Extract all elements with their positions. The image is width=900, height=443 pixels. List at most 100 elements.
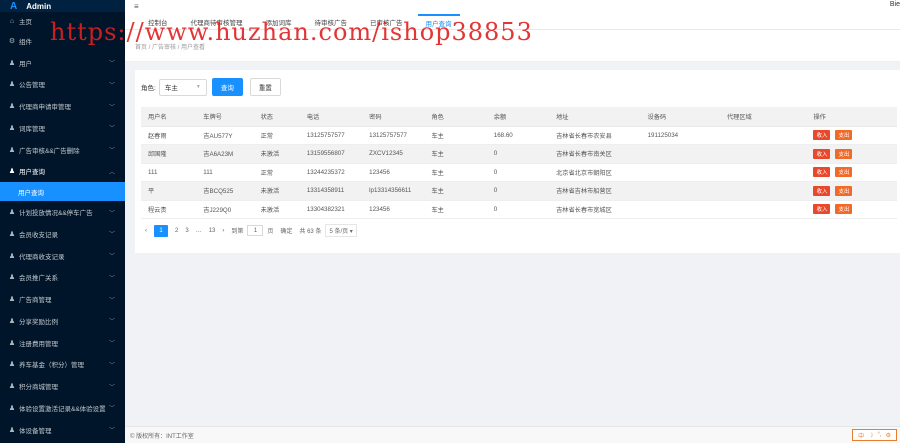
role-select[interactable]: 车主 ▼: [158, 78, 207, 96]
sidebar-item[interactable]: ♟ 会员推广关系 ﹀: [0, 267, 125, 289]
ime-toolbar[interactable]: 中 ☽ °, ⚙: [852, 429, 897, 441]
menu-toggle-icon[interactable]: ≡: [134, 2, 139, 11]
table-cell: 正常: [253, 126, 300, 145]
sidebar-item[interactable]: ♟ 分享奖励比例 ﹀: [0, 310, 125, 332]
chevron-down-icon: ﹀: [108, 82, 115, 89]
top-header: ≡ Bie: [125, 0, 900, 12]
chevron-up-icon: ︿: [108, 169, 115, 176]
role-filter-label: 角色:: [141, 85, 156, 92]
column-header: 密码: [362, 107, 425, 127]
page-unit: 页: [267, 229, 274, 235]
user-icon: ♟: [8, 209, 16, 217]
sidebar-item[interactable]: ♟ 广告审核&&广告删除 ﹀: [0, 139, 125, 161]
table-cell: 0: [486, 144, 550, 164]
page-current[interactable]: 1: [154, 224, 168, 237]
sidebar-item-label: 体验设置激活记录&&体验设置: [19, 405, 106, 413]
sidebar-item[interactable]: ♟ 体验设置激活记录&&体验设置 ﹀: [0, 397, 125, 419]
income-button[interactable]: 收入: [813, 204, 831, 215]
table-cell: [720, 200, 807, 219]
ime-settings-icon[interactable]: ⚙: [886, 432, 891, 439]
sidebar-item-label: 公告管理: [19, 82, 45, 90]
table-cell: 168.60: [486, 126, 550, 145]
sidebar-item-label: 代理商收支记录: [19, 253, 65, 261]
sidebar: A Admin ⌂ 主页 ⚙ 组件 ♟ 用户 ﹀ ♟ 公告管理 ﹀ ♟ 代理商申请审管理 ﹀ ♟ 词库管理 ﹀…: [0, 0, 125, 443]
home-icon: ⌂: [9, 17, 15, 25]
table-cell: 赵春雨: [141, 126, 197, 145]
table-cell: [640, 144, 720, 164]
table-row: 111 111 正常 13244235372 123456 车主 0 北京省北京市朝阳区 收入支…: [141, 163, 897, 182]
expense-button[interactable]: 支出: [835, 148, 853, 159]
table-cell: 车主: [424, 126, 487, 145]
sidebar-item[interactable]: ♟ 体设备管理 ﹀: [0, 419, 125, 441]
sidebar-subitem-user-query[interactable]: 用户查询: [0, 182, 125, 202]
table-cell: 13125757577: [362, 126, 425, 145]
expense-button[interactable]: 支出: [835, 185, 853, 196]
table-cell: 程云贵: [141, 200, 197, 219]
page-2[interactable]: 2: [175, 228, 178, 234]
goto-page-input[interactable]: 1: [247, 225, 264, 236]
user-icon: ♟: [8, 404, 16, 412]
income-button[interactable]: 收入: [813, 167, 831, 178]
sidebar-item[interactable]: ♟ 用户查询 ︿: [0, 161, 125, 183]
table-body: 赵春雨 吉AU577Y 正常 13125757577 13125757577 车主 168.…: [141, 126, 897, 219]
table-header-row: 用户名 车牌号 状态 电话 密码 角色 余额 地址 设备码 代理区域 操作: [141, 107, 897, 127]
user-icon: ♟: [8, 317, 16, 325]
sidebar-item[interactable]: ♟ 养车基金（积分）管理 ﹀: [0, 354, 125, 376]
sidebar-item-label: 用户查询: [19, 169, 45, 177]
user-icon: ♟: [8, 426, 16, 434]
sidebar-item-label: 广告审核&&广告删除: [19, 147, 80, 155]
sidebar-item-label: 养车基金（积分）管理: [19, 362, 84, 370]
brand[interactable]: A Admin: [0, 0, 125, 12]
table-cell: 未激活: [253, 144, 300, 164]
sidebar-item[interactable]: ♟ 积分商城管理 ﹀: [0, 375, 125, 397]
page-3[interactable]: 3: [185, 228, 188, 234]
user-table: 用户名 车牌号 状态 电话 密码 角色 余额 地址 设备码 代理区域 操作 赵春雨 吉AU577Y 正常…: [141, 107, 897, 219]
table-cell: 吉BCQ525: [196, 181, 254, 201]
table-cell: lp13314356611: [362, 181, 425, 201]
content-panel: 角色: 车主 ▼ 查询 重置 用户名 车牌号 状态 电话 密码 角色 余额 地址 设备码 代理区域…: [135, 70, 900, 253]
sidebar-item[interactable]: ♟ 代理商收支记录 ﹀: [0, 245, 125, 267]
page-ellipsis: …: [195, 227, 202, 234]
chevron-down-icon: ﹀: [108, 341, 115, 348]
ime-chinese-icon[interactable]: 中: [858, 431, 864, 440]
table-cell: 吉林省长春市南关区: [549, 144, 641, 164]
table-cell: 123456: [362, 163, 425, 182]
chevron-down-icon: ﹀: [108, 384, 115, 391]
user-icon: ♟: [8, 361, 16, 369]
sidebar-item[interactable]: ♟ 注册费用管理 ﹀: [0, 332, 125, 354]
sidebar-item[interactable]: ♟ 用户 ﹀: [0, 52, 125, 74]
next-page-button[interactable]: ›: [222, 228, 224, 234]
income-button[interactable]: 收入: [813, 130, 831, 141]
sidebar-item[interactable]: ♟ 会员收支记录 ﹀: [0, 223, 125, 245]
table-cell: ZXCV12345: [362, 144, 425, 164]
ime-moon-icon[interactable]: ☽: [868, 432, 873, 439]
sidebar-item[interactable]: ♟ 词库管理 ﹀: [0, 117, 125, 139]
sidebar-item[interactable]: ♟ 广告商管理 ﹀: [0, 288, 125, 310]
expense-button[interactable]: 支出: [835, 204, 853, 215]
table-cell: 未激活: [253, 200, 300, 219]
filter-bar: 角色: 车主 ▼ 查询 重置: [141, 78, 281, 96]
user-menu[interactable]: Bie: [890, 1, 900, 8]
income-button[interactable]: 收入: [813, 148, 831, 159]
chevron-down-icon: ﹀: [108, 148, 115, 155]
sidebar-item[interactable]: ♟ 计划投放情况&&停车广告 ﹀: [0, 201, 125, 223]
ime-punct-icon[interactable]: °,: [878, 432, 882, 438]
sidebar-item[interactable]: ♟ 公告管理 ﹀: [0, 74, 125, 96]
income-button[interactable]: 收入: [813, 185, 831, 196]
chevron-down-icon: ﹀: [108, 232, 115, 239]
reset-button[interactable]: 重置: [249, 78, 281, 96]
expense-button[interactable]: 支出: [835, 167, 853, 178]
sidebar-item[interactable]: ♟ 代理商申请审管理 ﹀: [0, 95, 125, 117]
sidebar-item-label: 体设备管理: [19, 427, 52, 435]
page-size-select[interactable]: 5 条/页 ▾: [325, 224, 357, 237]
sidebar-item-label: 计划投放情况&&停车广告: [19, 210, 93, 218]
table-cell: 吉林省吉林市船营区: [549, 181, 641, 201]
page-last[interactable]: 13: [209, 228, 216, 234]
sidebar-item-label: 会员收支记录: [19, 231, 58, 239]
goto-confirm-button[interactable]: 确定: [280, 226, 292, 235]
chevron-down-icon: ﹀: [108, 362, 115, 369]
actions-cell: 收入 支出: [806, 126, 897, 145]
search-button[interactable]: 查询: [211, 78, 243, 96]
expense-button[interactable]: 支出: [835, 130, 853, 141]
prev-page-button[interactable]: ‹: [145, 228, 147, 234]
